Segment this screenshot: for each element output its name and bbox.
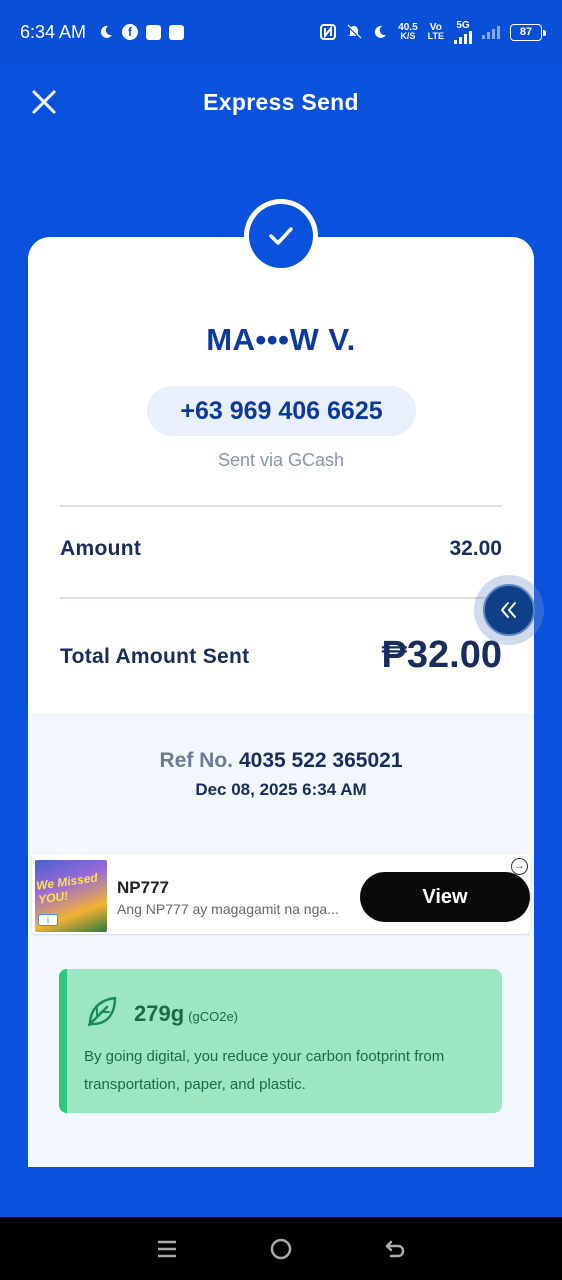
notification-icon	[169, 24, 185, 40]
ad-view-button[interactable]: View	[360, 872, 530, 922]
notification-icon	[146, 24, 162, 40]
ad-banner[interactable]: We Missed YOU! i NP777 Ang NP777 ay maga…	[32, 854, 530, 934]
transaction-date: Dec 08, 2025 6:34 AM	[195, 780, 367, 799]
signal-icon	[454, 30, 472, 44]
ref-label: Ref No.	[159, 749, 234, 772]
back-button[interactable]	[381, 1235, 409, 1263]
bell-off-icon	[346, 24, 362, 40]
home-button[interactable]	[267, 1235, 295, 1263]
system-nav-bar	[0, 1217, 562, 1280]
ad-description: Ang NP777 ay magagamit na nga...	[117, 901, 339, 917]
net-speed: 40.5 K/S	[398, 22, 418, 41]
amount-label: Amount	[60, 537, 142, 560]
signal-icon	[482, 25, 500, 39]
leaf-icon	[87, 996, 117, 1027]
network-indicator: 5G	[454, 20, 472, 44]
carbon-footprint-card: 279g (gCO2e) By going digital, you reduce…	[59, 969, 502, 1113]
home-circle-icon	[270, 1238, 292, 1259]
carbon-accent-bar	[59, 969, 67, 1113]
total-amount: ₱32.00	[381, 634, 502, 676]
moon-icon	[372, 24, 388, 40]
back-icon	[385, 1240, 405, 1257]
page-title: Express Send	[203, 88, 359, 115]
battery-icon: 87	[510, 23, 546, 41]
facebook-icon: f	[122, 24, 139, 40]
divider	[60, 505, 502, 507]
recipient-name: MA•••W V.	[206, 322, 356, 357]
carbon-unit: (gCO2e)	[188, 1009, 239, 1024]
ad-thumbnail: We Missed YOU! i	[35, 860, 107, 932]
close-icon	[32, 90, 56, 114]
ref-number: 4035 522 365021	[239, 749, 403, 772]
status-bar: 6:34 AM f 40.5 K/S Vo LTE 5G 87	[0, 0, 562, 64]
info-icon[interactable]: i	[38, 914, 58, 926]
status-time: 6:34 AM	[20, 21, 87, 42]
moon-icon	[98, 24, 114, 40]
app-header: Express Send	[0, 64, 562, 140]
recipient-phone: +63 969 406 6625	[147, 386, 416, 436]
menu-icon	[158, 1240, 176, 1257]
carbon-message: By going digital, you reduce your carbon…	[84, 1048, 445, 1093]
reference-number: Ref No. 4035 522 365021	[0, 749, 562, 773]
divider	[60, 597, 502, 599]
carbon-amount: 279g (gCO2e)	[134, 1001, 239, 1026]
side-drawer-button[interactable]	[474, 575, 544, 645]
ad-choices-icon[interactable]: →	[511, 858, 528, 875]
total-label: Total Amount Sent	[60, 645, 250, 668]
close-button[interactable]	[28, 86, 60, 118]
success-badge	[244, 199, 318, 273]
sent-via-label: Sent via GCash	[217, 450, 345, 470]
nfc-icon	[320, 24, 337, 40]
double-chevron-left-icon	[501, 602, 516, 618]
ad-title: NP777	[117, 878, 169, 897]
volte-indicator: Vo LTE	[427, 22, 444, 41]
amount-value: 32.00	[449, 537, 502, 560]
checkmark-icon	[269, 227, 293, 245]
recent-apps-button[interactable]	[153, 1235, 181, 1263]
receipt-zigzag-edge	[28, 1150, 534, 1160]
